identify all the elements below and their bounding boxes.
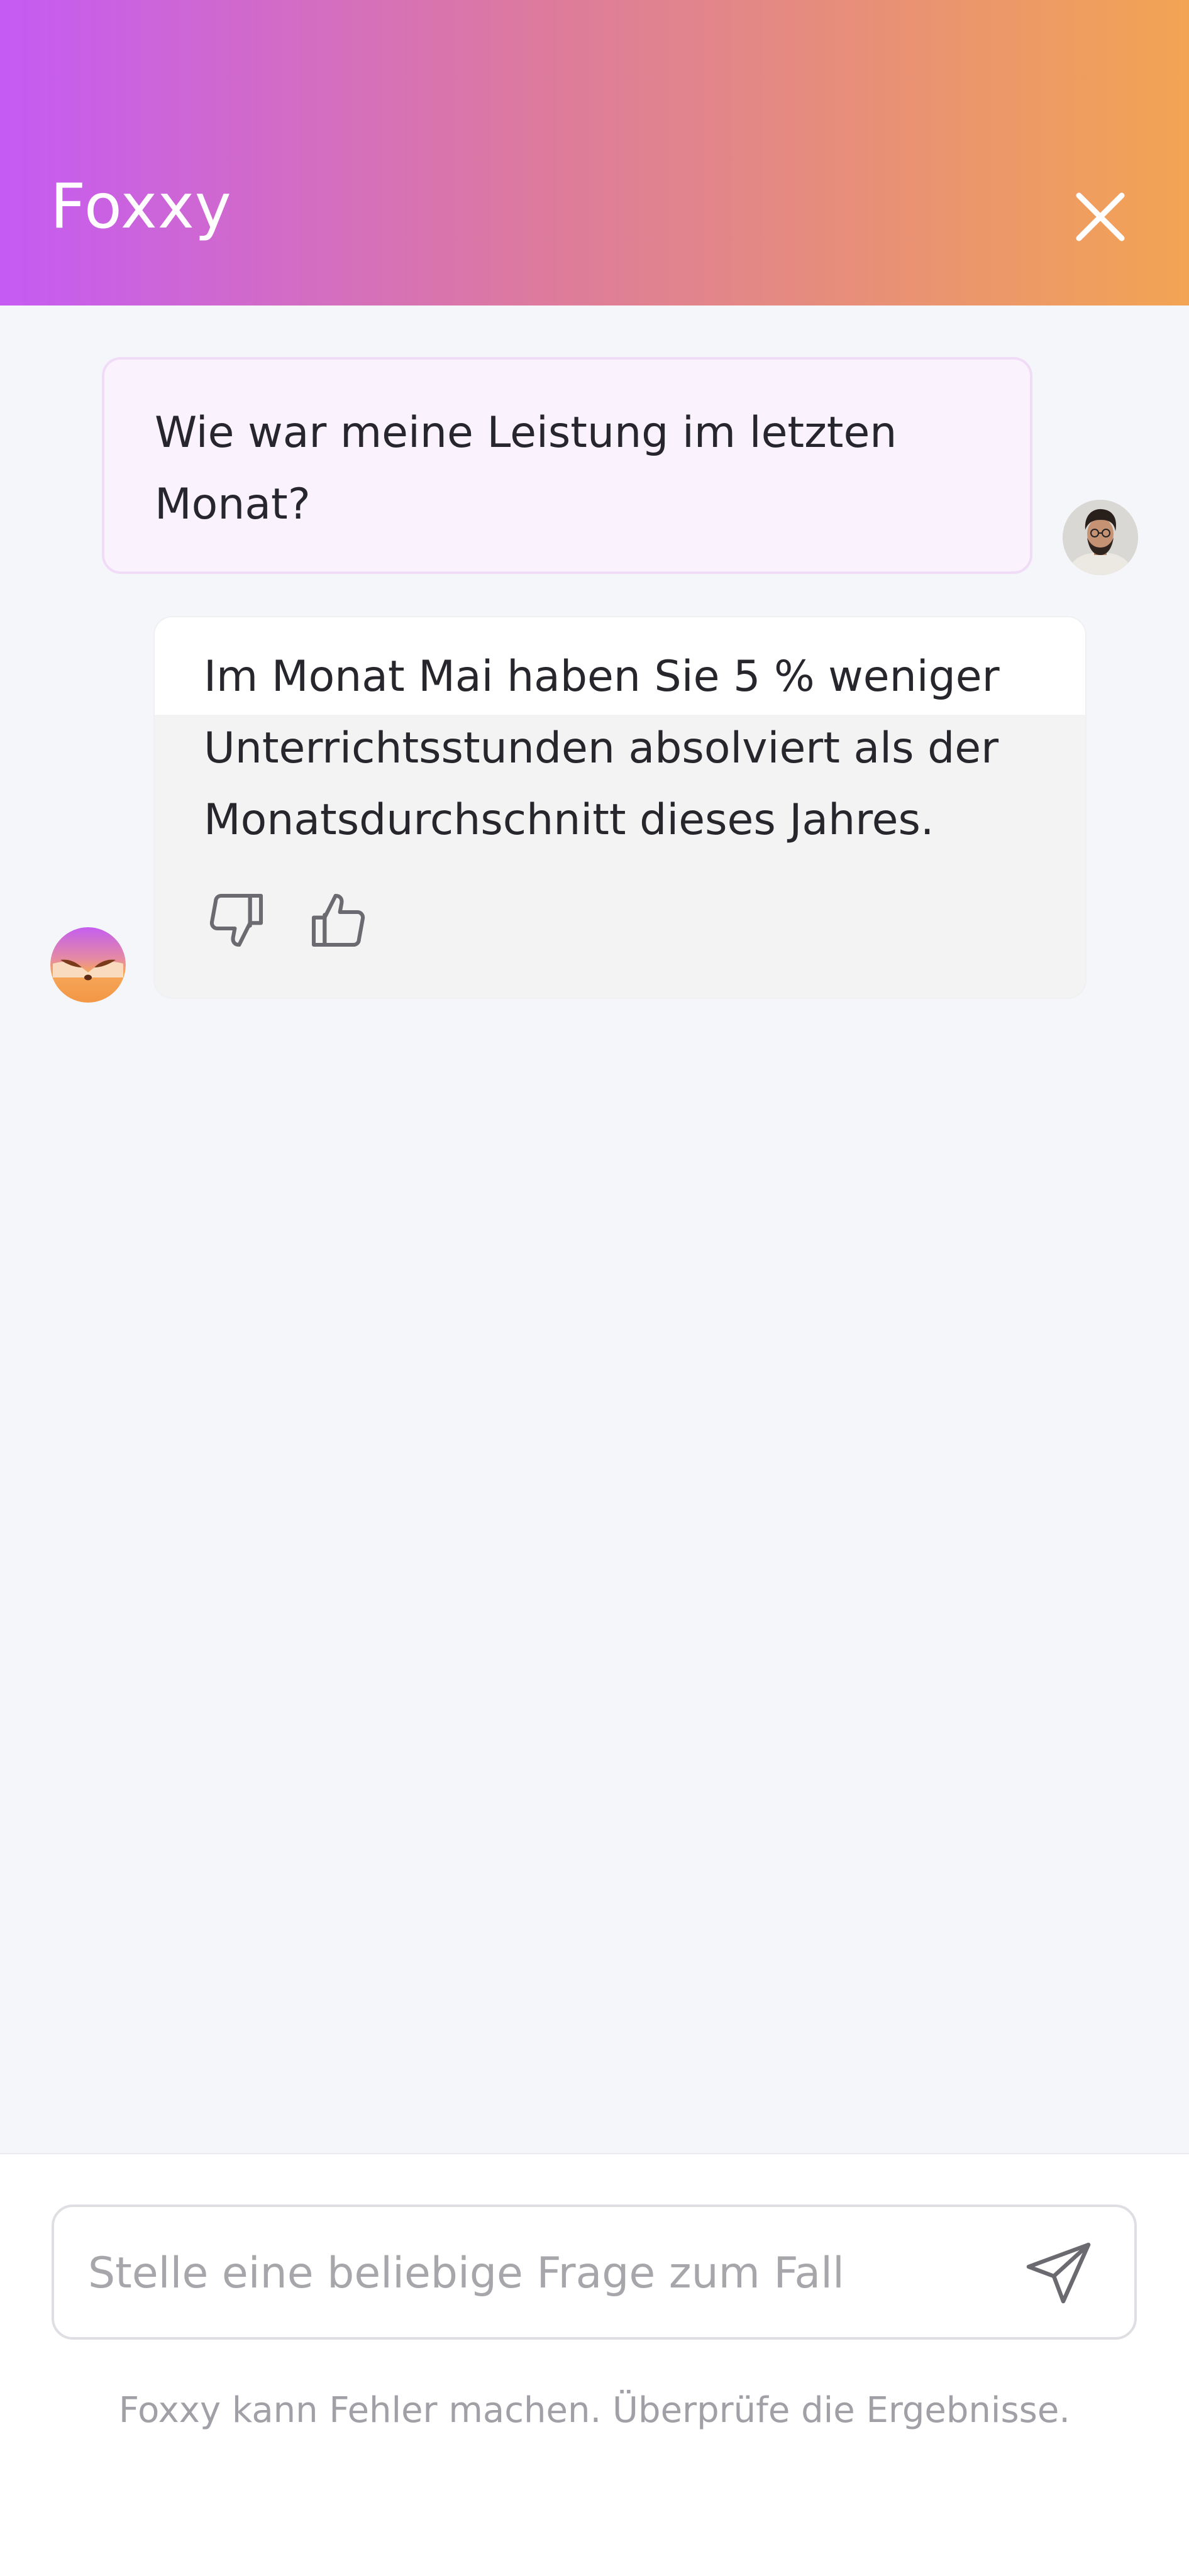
- fox-avatar: [50, 927, 126, 1003]
- close-button[interactable]: [1069, 185, 1132, 248]
- user-message-text: Wie war meine Leistung im letzten Monat?: [155, 408, 897, 529]
- question-input[interactable]: [88, 2238, 1000, 2308]
- assistant-message-text: Im Monat Mai haben Sie 5 % weniger Unter…: [204, 652, 1000, 845]
- user-avatar: [1063, 500, 1138, 575]
- thumbs-up-icon: [311, 893, 365, 947]
- header-title: Foxxy: [50, 171, 232, 243]
- close-icon: [1076, 192, 1125, 241]
- composer-area: Foxxy kann Fehler machen. Überprüfe die …: [0, 2153, 1189, 2576]
- question-input-box[interactable]: [52, 2204, 1137, 2340]
- thumbs-down-icon: [209, 893, 263, 947]
- thumbs-down-button[interactable]: [204, 888, 269, 953]
- disclaimer-text: Foxxy kann Fehler machen. Überprüfe die …: [118, 2390, 1071, 2431]
- chat-header: Foxxy: [0, 0, 1189, 305]
- send-button[interactable]: [1022, 2238, 1098, 2308]
- assistant-message: Im Monat Mai haben Sie 5 % weniger Unter…: [155, 617, 1085, 998]
- thumbs-up-button[interactable]: [306, 888, 371, 953]
- chat-area[interactable]: [0, 305, 1189, 2154]
- user-message: Wie war meine Leistung im letzten Monat?: [102, 357, 1032, 574]
- send-icon: [1026, 2242, 1091, 2304]
